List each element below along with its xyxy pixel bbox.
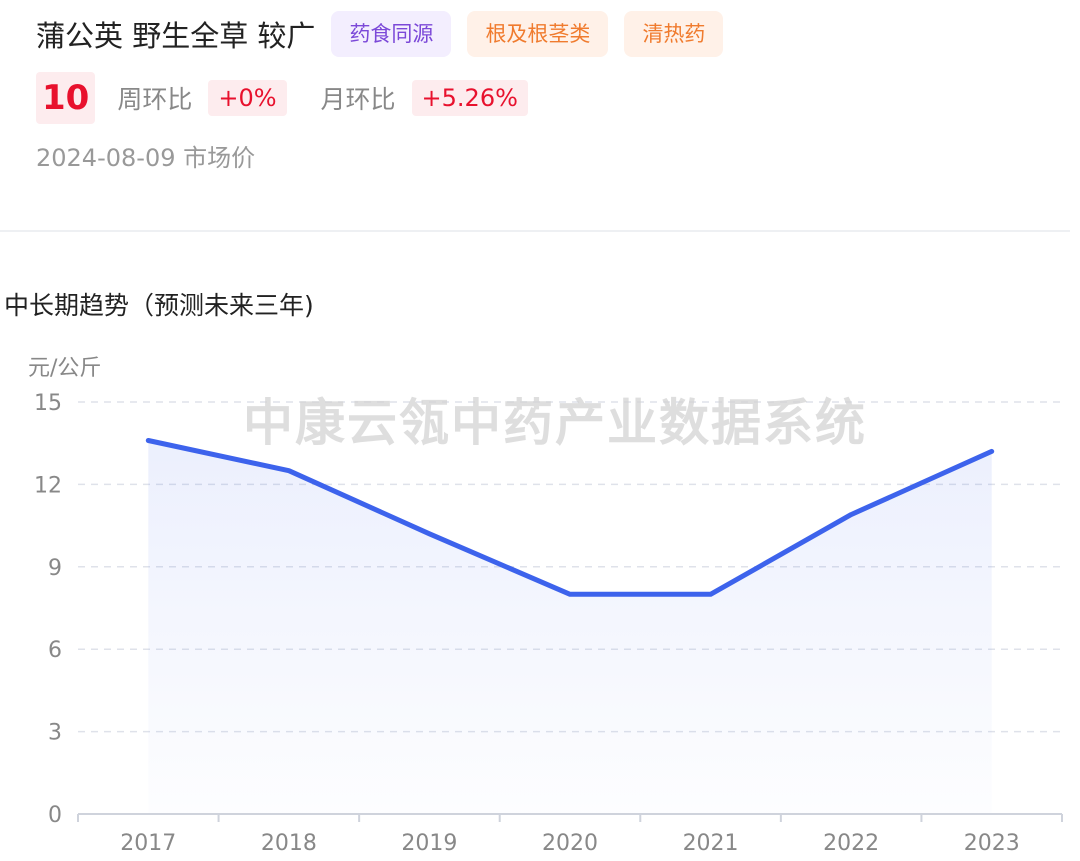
y-tick-label: 3 [48,721,62,746]
x-tick-label: 2020 [542,831,598,856]
y-tick-label: 12 [34,473,62,498]
y-tick-label: 9 [48,556,62,581]
x-tick-label: 2022 [823,831,879,856]
data-point[interactable] [145,437,151,443]
x-tick-label: 2019 [401,831,457,856]
header: 蒲公英 野生全草 较广 药食同源 根及根茎类 清热药 10 周环比 +0% 月环… [36,10,1060,173]
y-axis-unit: 元/公斤 [28,356,101,381]
price-date: 2024-08-09 市场价 [36,144,256,172]
trend-chart: 元/公斤 0 3 6 9 12 15 2017 2018 2019 2020 2021 2022 20… [28,356,1063,856]
month-change-value: +5.26% [411,80,528,116]
y-tick-label: 15 [34,391,62,416]
data-point[interactable] [989,448,995,454]
x-tick-label: 2017 [120,831,176,856]
divider [0,230,1070,232]
price-row: 10 周环比 +0% 月环比 +5.26% [36,72,1060,124]
data-point[interactable] [567,591,573,597]
data-point[interactable] [848,512,854,518]
data-point[interactable] [708,591,714,597]
month-change-label: 月环比 [320,85,396,114]
current-price: 10 [36,72,96,124]
tag-food-medicine[interactable]: 药食同源 [331,11,452,57]
y-tick-label: 6 [48,638,62,663]
week-change-label: 周环比 [117,85,193,114]
data-point[interactable] [426,531,432,537]
x-tick-label: 2018 [261,831,317,856]
x-tick-label: 2023 [964,831,1020,856]
x-tick-label: 2021 [683,831,739,856]
y-tick-label: 0 [48,803,62,828]
title-row: 蒲公英 野生全草 较广 药食同源 根及根茎类 清热药 [36,10,1060,58]
data-point[interactable] [286,468,292,474]
week-change-value: +0% [208,80,287,116]
tag-heat-clearing[interactable]: 清热药 [624,11,724,57]
series-area [148,440,992,814]
tag-root-category[interactable]: 根及根茎类 [467,11,609,57]
product-title: 蒲公英 野生全草 较广 [36,19,316,53]
watermark: 中康云瓴中药产业数据系统 [243,394,867,452]
section-title: 中长期趋势（预测未来三年) [4,291,314,320]
